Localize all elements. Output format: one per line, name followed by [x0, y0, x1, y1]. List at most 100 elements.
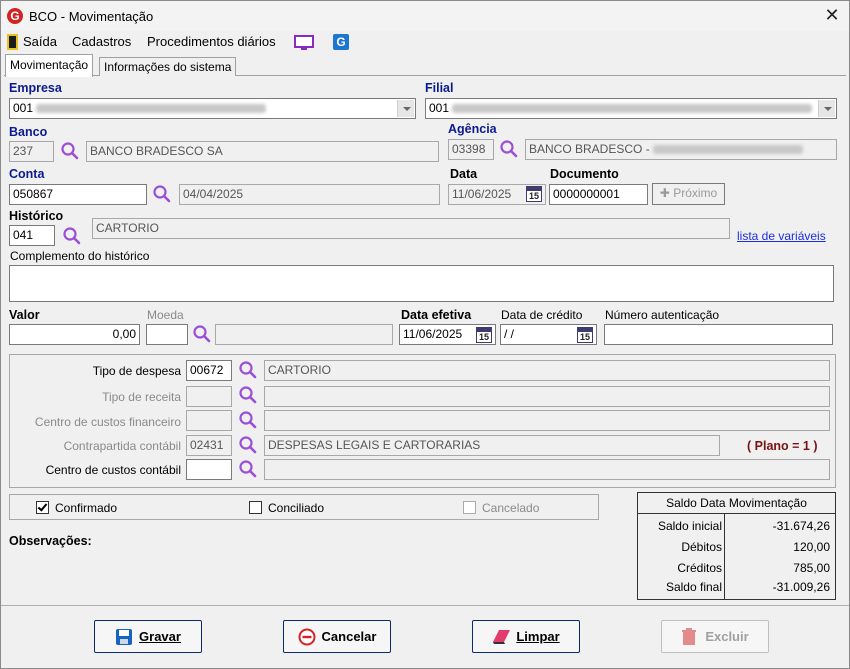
contrapartida-search-icon[interactable] [238, 435, 258, 455]
conta-label: Conta [9, 167, 45, 181]
observacoes-label: Observações: [9, 534, 92, 548]
numero-autenticacao-label: Número autenticação [605, 308, 720, 322]
menu-item-cadastros[interactable]: Cadastros [72, 34, 131, 49]
excluir-label: Excluir [705, 629, 749, 644]
moeda-search-icon[interactable] [192, 324, 212, 344]
saldo-divider [724, 514, 725, 599]
trash-icon [681, 627, 699, 646]
numero-autenticacao-field[interactable] [604, 324, 833, 345]
save-icon [115, 628, 133, 646]
valor-field[interactable]: 0,00 [9, 324, 140, 345]
agencia-code-field[interactable]: 03398 [448, 139, 494, 160]
complemento-field[interactable] [9, 265, 834, 302]
menu-bar: Saída Cadastros Procedimentos diários G [1, 31, 849, 53]
tab-movimentacao[interactable]: Movimentação [5, 54, 94, 77]
conta-date-field: 04/04/2025 [179, 184, 440, 205]
menu-item-procedimentos[interactable]: Procedimentos diários [147, 34, 276, 49]
lista-variaveis-link[interactable]: lista de variáveis [737, 229, 826, 243]
data-label: Data [450, 167, 478, 181]
tipo-despesa-label: Tipo de despesa [92, 364, 181, 378]
banco-name-field: BANCO BRADESCO SA [86, 141, 439, 162]
app-g-icon[interactable]: G [333, 34, 349, 50]
close-icon[interactable]: ✕ [821, 4, 843, 26]
data-credito-calendar-icon[interactable]: 15 [577, 327, 593, 343]
exit-icon [7, 34, 18, 50]
agencia-name-field: BANCO BRADESCO - [525, 139, 837, 160]
empresa-select[interactable]: 001 [9, 98, 416, 119]
gravar-label: Gravar [139, 629, 181, 644]
complemento-label: Complemento do histórico [10, 249, 150, 263]
historico-search-icon[interactable] [62, 226, 82, 246]
chevron-down-icon[interactable] [397, 100, 414, 117]
historico-code-field[interactable]: 041 [9, 225, 55, 246]
tipo-receita-code-field[interactable] [186, 386, 232, 407]
cancel-icon [298, 628, 316, 646]
banco-code-field[interactable]: 237 [9, 141, 54, 162]
excluir-button[interactable]: Excluir [661, 620, 769, 653]
cancelado-checkbox[interactable] [463, 501, 476, 514]
saldo-inicial-label: Saldo inicial [657, 519, 722, 533]
tab-informacoes-sistema[interactable]: Informações do sistema [99, 57, 237, 76]
documento-field[interactable]: 0000000001 [549, 184, 648, 205]
app-logo-icon: G [7, 8, 23, 24]
tipo-receita-label: Tipo de receita [102, 390, 181, 404]
centro-custos-financeiro-search-icon[interactable] [238, 410, 258, 430]
conciliado-checkbox[interactable] [249, 501, 262, 514]
centro-custos-financeiro-code-field[interactable] [186, 410, 232, 431]
debitos-label: Débitos [681, 540, 722, 554]
data-efetiva-calendar-icon[interactable]: 15 [476, 327, 492, 343]
centro-custos-contabil-search-icon[interactable] [238, 459, 258, 479]
moeda-code-field[interactable] [146, 324, 188, 345]
saldo-table: Saldo Data Movimentação Saldo inicial -3… [637, 492, 836, 600]
agencia-search-icon[interactable] [499, 139, 519, 159]
cancelado-label: Cancelado [482, 501, 540, 515]
historico-label: Histórico [9, 209, 64, 223]
gravar-button[interactable]: Gravar [94, 620, 202, 653]
tipo-despesa-code-field[interactable]: 00672 [186, 360, 232, 381]
app-window: G BCO - Movimentação ✕ Saída Cadastros P… [0, 0, 850, 669]
plus-icon: ✚ [659, 186, 670, 200]
plano-label: ( Plano = 1 ) [747, 439, 818, 453]
confirmado-checkbox[interactable] [36, 501, 49, 514]
centro-custos-contabil-label: Centro de custos contábil [45, 463, 181, 477]
saldo-final-label: Saldo final [665, 580, 722, 594]
conta-search-icon[interactable] [152, 184, 172, 204]
data-calendar-icon[interactable]: 15 [526, 186, 542, 202]
empresa-label: Empresa [9, 81, 62, 95]
chevron-down-icon[interactable] [818, 100, 835, 117]
proximo-button[interactable]: ✚ Próximo [652, 183, 725, 205]
tipo-receita-search-icon[interactable] [238, 385, 258, 405]
centro-custos-financeiro-name-field [264, 410, 830, 431]
centro-custos-financeiro-label: Centro de custos financeiro [34, 415, 181, 429]
limpar-label: Limpar [516, 629, 560, 644]
tipo-receita-name-field [264, 386, 830, 407]
monitor-icon[interactable] [294, 35, 314, 50]
checkmark-icon [37, 501, 48, 512]
contrapartida-contabil-label: Contrapartida contábil [63, 439, 181, 453]
conta-code-field[interactable]: 050867 [9, 184, 147, 205]
saldo-inicial-value: -31.674,26 [772, 519, 830, 533]
historico-name-field: CARTORIO [92, 218, 730, 239]
tipo-despesa-search-icon[interactable] [238, 360, 258, 380]
moeda-label: Moeda [147, 308, 184, 322]
data-credito-label: Data de crédito [501, 308, 583, 322]
creditos-value: 785,00 [793, 561, 830, 575]
filial-label: Filial [425, 81, 454, 95]
conciliado-label: Conciliado [268, 501, 325, 515]
eraser-icon [492, 628, 511, 646]
contrapartida-code-field[interactable]: 02431 [186, 435, 232, 456]
cancelar-button[interactable]: Cancelar [283, 620, 391, 653]
documento-label: Documento [550, 167, 619, 181]
menu-item-saida[interactable]: Saída [23, 34, 57, 49]
window-title: BCO - Movimentação [29, 9, 154, 24]
footer-separator [1, 605, 849, 606]
centro-custos-contabil-code-field[interactable] [186, 459, 232, 480]
banco-search-icon[interactable] [60, 141, 80, 161]
title-bar: G BCO - Movimentação ✕ [1, 1, 849, 31]
creditos-label: Créditos [677, 561, 722, 575]
valor-label: Valor [9, 308, 40, 322]
moeda-name-field [215, 324, 393, 345]
agencia-label: Agência [448, 122, 497, 136]
limpar-button[interactable]: Limpar [472, 620, 580, 653]
filial-select[interactable]: 001 [425, 98, 837, 119]
